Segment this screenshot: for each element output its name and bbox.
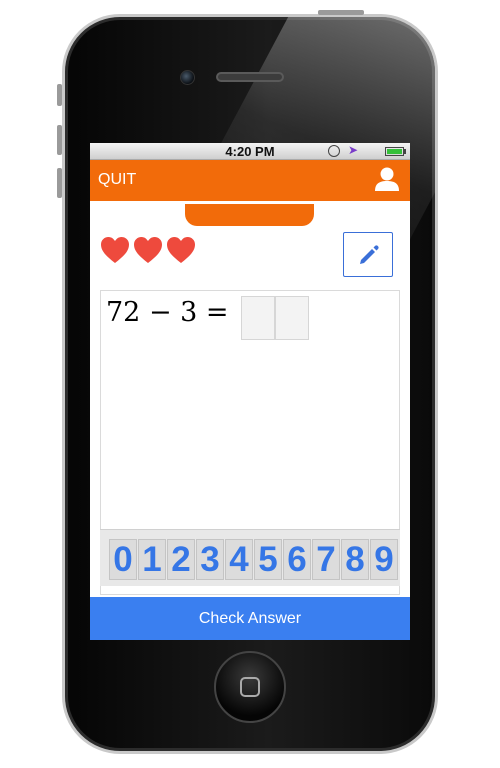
power-button: [318, 10, 364, 15]
app-header: QUIT: [90, 160, 410, 203]
digit-key[interactable]: 9: [370, 539, 398, 580]
digit-key[interactable]: 5: [254, 539, 282, 580]
heart-icon: [134, 237, 162, 263]
front-camera: [180, 70, 195, 85]
status-bar: 4:20 PM ➤: [90, 143, 410, 160]
volume-down-button: [57, 168, 62, 198]
digit-key[interactable]: 8: [341, 539, 369, 580]
battery-fill: [387, 149, 402, 154]
digit-pad: 0 1 2 3 4 5 6 7 8 9: [100, 529, 400, 586]
heart-icon: [167, 237, 195, 263]
home-button[interactable]: [214, 651, 286, 723]
user-icon[interactable]: [374, 166, 400, 192]
digit-key[interactable]: 6: [283, 539, 311, 580]
digit-key[interactable]: 3: [196, 539, 224, 580]
battery-icon: [385, 147, 404, 156]
edit-button[interactable]: [343, 232, 393, 277]
quit-button[interactable]: QUIT: [98, 171, 136, 189]
mute-switch: [57, 84, 62, 106]
lives-indicator: [100, 236, 199, 269]
status-time: 4:20 PM: [225, 144, 275, 159]
digit-key[interactable]: 7: [312, 539, 340, 580]
rotation-lock-icon: [328, 145, 340, 157]
equation: 72 − 3 =: [106, 297, 229, 328]
digit-key[interactable]: 1: [138, 539, 166, 580]
volume-up-button: [57, 125, 62, 155]
answer-digit-box[interactable]: [241, 296, 275, 340]
home-square-icon: [240, 677, 260, 697]
battery-tip: [404, 149, 406, 154]
digit-key[interactable]: 0: [109, 539, 137, 580]
heart-icon: [101, 237, 129, 263]
earpiece-speaker: [216, 72, 284, 82]
check-answer-button[interactable]: Check Answer: [90, 597, 410, 640]
app-screen: 4:20 PM ➤ QUIT 72 − 3 = 0 1 2 3 4 5 6 7 …: [90, 143, 410, 640]
pencil-icon: [360, 245, 379, 264]
location-arrow-icon: ➤: [348, 143, 359, 157]
answer-digit-box[interactable]: [275, 296, 309, 340]
header-tab: [185, 204, 314, 226]
digit-key[interactable]: 2: [167, 539, 195, 580]
digit-key[interactable]: 4: [225, 539, 253, 580]
